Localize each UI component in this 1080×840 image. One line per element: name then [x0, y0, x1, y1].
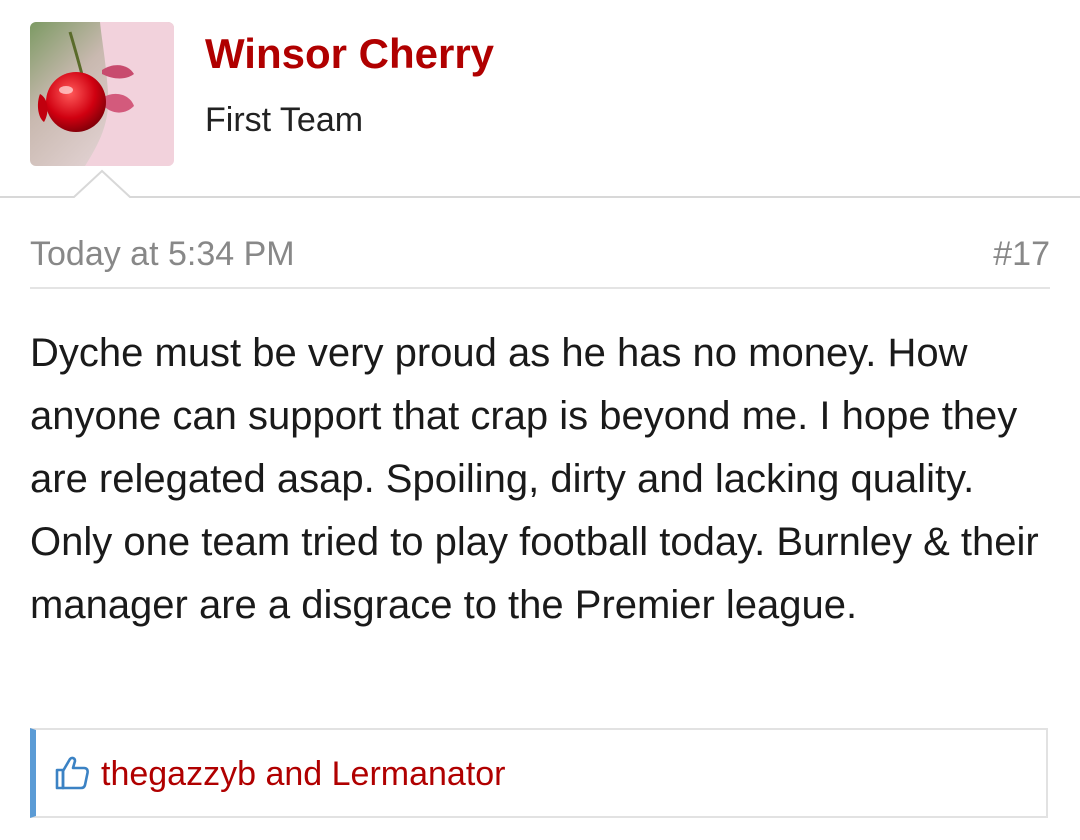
post-permalink[interactable]: #17 [993, 232, 1050, 276]
likes-text: thegazzyb and Lermanator [101, 752, 506, 796]
user-avatar[interactable] [30, 22, 174, 166]
liker-link-lermanator[interactable]: Lermanator [332, 755, 506, 793]
post-meta: Today at 5:34 PM #17 [30, 232, 1050, 278]
message-page: Winsor Cherry First Team Today at 5:34 P… [0, 0, 1080, 840]
liker-link-thegazzyb[interactable]: thegazzyb [101, 755, 256, 793]
user-title: First Team [205, 101, 364, 139]
likes-connector: and [256, 755, 332, 793]
post-body-text: Dyche must be very proud as he has no mo… [30, 331, 1039, 627]
username-link[interactable]: Winsor Cherry [205, 28, 494, 80]
user-info-separator [0, 169, 1080, 198]
meta-divider [30, 287, 1050, 289]
thumbs-up-icon [55, 756, 89, 790]
post-date-link[interactable]: Today at 5:34 PM [30, 232, 295, 276]
likes-summary: thegazzyb and Lermanator [30, 728, 1048, 818]
